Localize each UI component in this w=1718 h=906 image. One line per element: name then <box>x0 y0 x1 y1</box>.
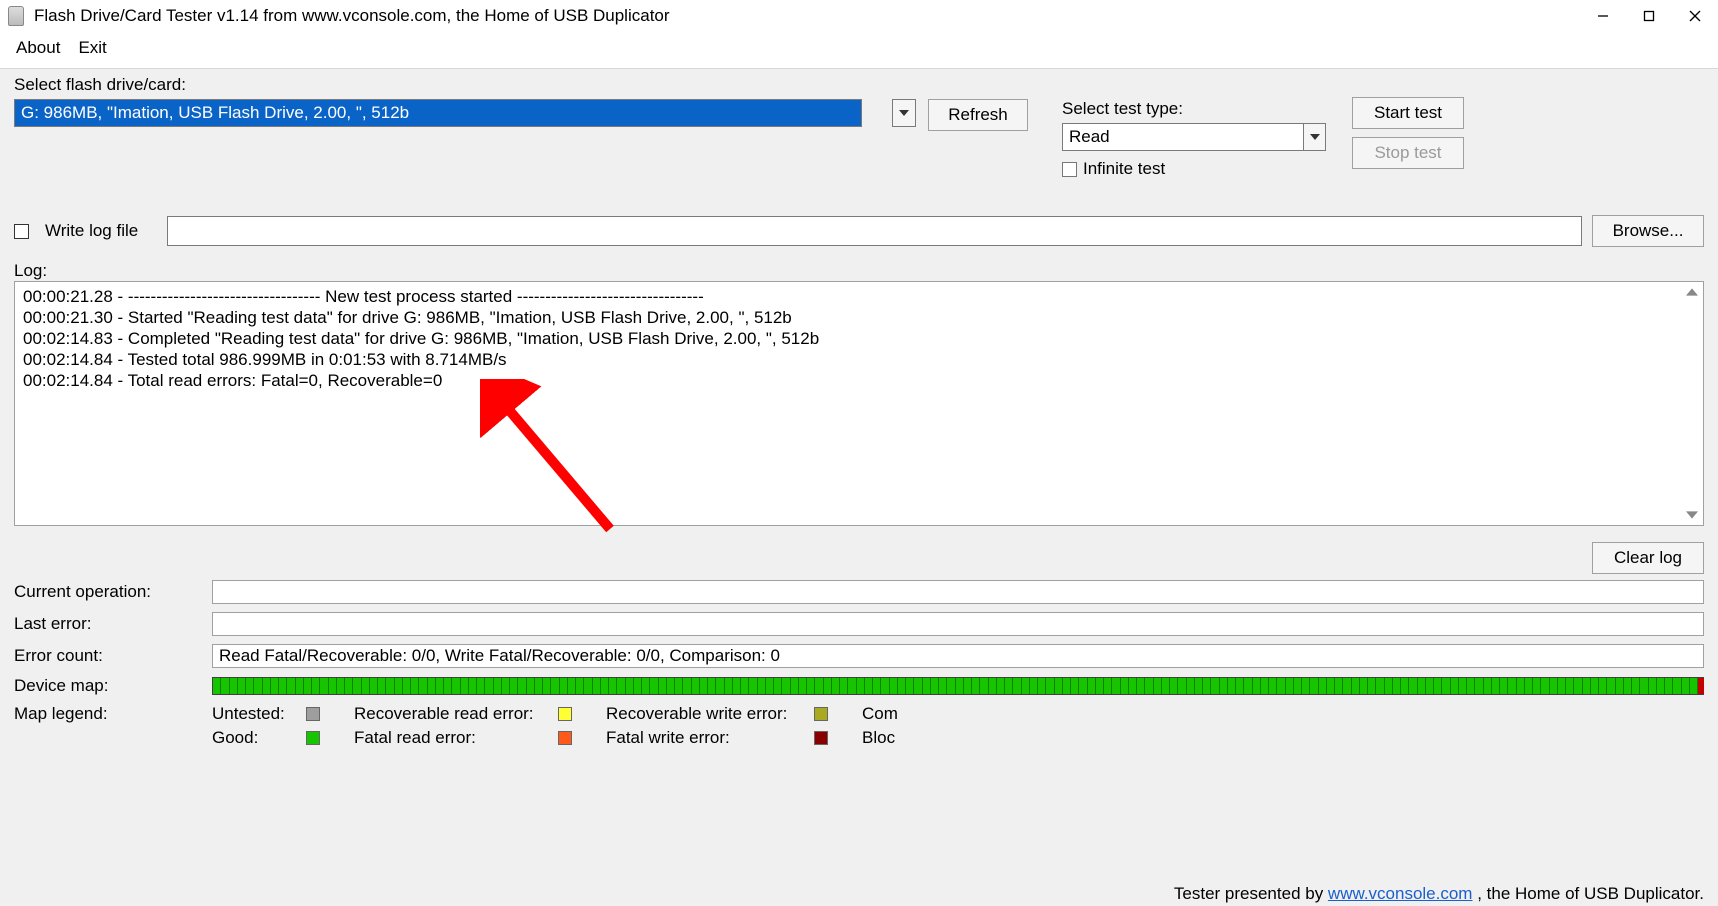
current-op-label: Current operation: <box>14 582 212 602</box>
last-error-value <box>212 612 1704 636</box>
stop-test-button: Stop test <box>1352 137 1464 169</box>
map-legend-label: Map legend: <box>14 704 212 724</box>
browse-button[interactable]: Browse... <box>1592 215 1704 247</box>
write-log-checkbox[interactable] <box>14 224 29 239</box>
drive-combo-dropdown[interactable] <box>892 99 916 127</box>
usb-drive-icon <box>8 6 24 26</box>
select-drive-label: Select flash drive/card: <box>14 75 1704 95</box>
log-scrollbar[interactable] <box>1683 286 1701 521</box>
test-type-dropdown[interactable] <box>1303 124 1325 150</box>
minimize-button[interactable] <box>1580 1 1626 31</box>
error-count-label: Error count: <box>14 646 212 666</box>
log-box[interactable]: 00:00:21.28 - --------------------------… <box>14 281 1704 526</box>
log-line: 00:02:14.84 - Tested total 986.999MB in … <box>23 349 1695 370</box>
window-title: Flash Drive/Card Tester v1.14 from www.v… <box>34 6 1580 26</box>
annotation-arrow-icon <box>480 379 640 549</box>
footer-link[interactable]: www.vconsole.com <box>1328 884 1473 903</box>
legend-fatal-read-swatch <box>558 731 572 745</box>
legend-untested-label: Untested: <box>212 704 298 724</box>
legend-good-label: Good: <box>212 728 298 748</box>
test-type-label: Select test type: <box>1062 99 1326 119</box>
log-line: 00:00:21.30 - Started "Reading test data… <box>23 307 1695 328</box>
refresh-button[interactable]: Refresh <box>928 99 1028 131</box>
close-button[interactable] <box>1672 1 1718 31</box>
infinite-test-checkbox[interactable] <box>1062 162 1077 177</box>
legend-fatal-write-swatch <box>814 731 828 745</box>
footer: Tester presented by www.vconsole.com , t… <box>1174 884 1704 904</box>
scroll-up-icon[interactable] <box>1686 286 1698 298</box>
menu-exit[interactable]: Exit <box>78 38 106 58</box>
client-area: Select flash drive/card: G: 986MB, "Imat… <box>0 68 1718 906</box>
legend-untested-swatch <box>306 707 320 721</box>
legend-rec-read-label: Recoverable read error: <box>354 704 550 724</box>
log-line: 00:02:14.84 - Total read errors: Fatal=0… <box>23 370 1695 391</box>
menubar: About Exit <box>0 32 1718 68</box>
legend-fatal-read-label: Fatal read error: <box>354 728 550 748</box>
window-controls <box>1580 1 1718 31</box>
legend-rec-write-label: Recoverable write error: <box>606 704 806 724</box>
footer-suffix: , the Home of USB Duplicator. <box>1477 884 1704 903</box>
drive-combo[interactable]: G: 986MB, "Imation, USB Flash Drive, 2.0… <box>14 99 916 127</box>
infinite-test-label: Infinite test <box>1083 159 1165 179</box>
device-map-label: Device map: <box>14 676 212 696</box>
log-line: 00:02:14.83 - Completed "Reading test da… <box>23 328 1695 349</box>
maximize-button[interactable] <box>1626 1 1672 31</box>
device-map <box>212 677 1704 695</box>
titlebar: Flash Drive/Card Tester v1.14 from www.v… <box>0 0 1718 32</box>
legend-comp-label: Com <box>862 704 898 724</box>
last-error-label: Last error: <box>14 614 212 634</box>
legend-rec-write-swatch <box>814 707 828 721</box>
legend-fatal-write-label: Fatal write error: <box>606 728 806 748</box>
current-op-value <box>212 580 1704 604</box>
start-test-button[interactable]: Start test <box>1352 97 1464 129</box>
error-count-value: Read Fatal/Recoverable: 0/0, Write Fatal… <box>212 644 1704 668</box>
footer-prefix: Tester presented by <box>1174 884 1328 903</box>
log-label: Log: <box>14 261 1704 281</box>
log-file-path-input[interactable] <box>167 216 1582 246</box>
legend-block-label: Bloc <box>862 728 895 748</box>
clear-log-button[interactable]: Clear log <box>1592 542 1704 574</box>
log-line: 00:00:21.28 - --------------------------… <box>23 286 1695 307</box>
drive-combo-selected[interactable]: G: 986MB, "Imation, USB Flash Drive, 2.0… <box>14 99 862 127</box>
legend-rec-read-swatch <box>558 707 572 721</box>
write-log-label: Write log file <box>45 221 157 241</box>
test-type-selected: Read <box>1063 127 1303 147</box>
test-type-combo[interactable]: Read <box>1062 123 1326 151</box>
menu-about[interactable]: About <box>16 38 60 58</box>
scroll-down-icon[interactable] <box>1686 509 1698 521</box>
app-window: Flash Drive/Card Tester v1.14 from www.v… <box>0 0 1718 906</box>
legend-good-swatch <box>306 731 320 745</box>
